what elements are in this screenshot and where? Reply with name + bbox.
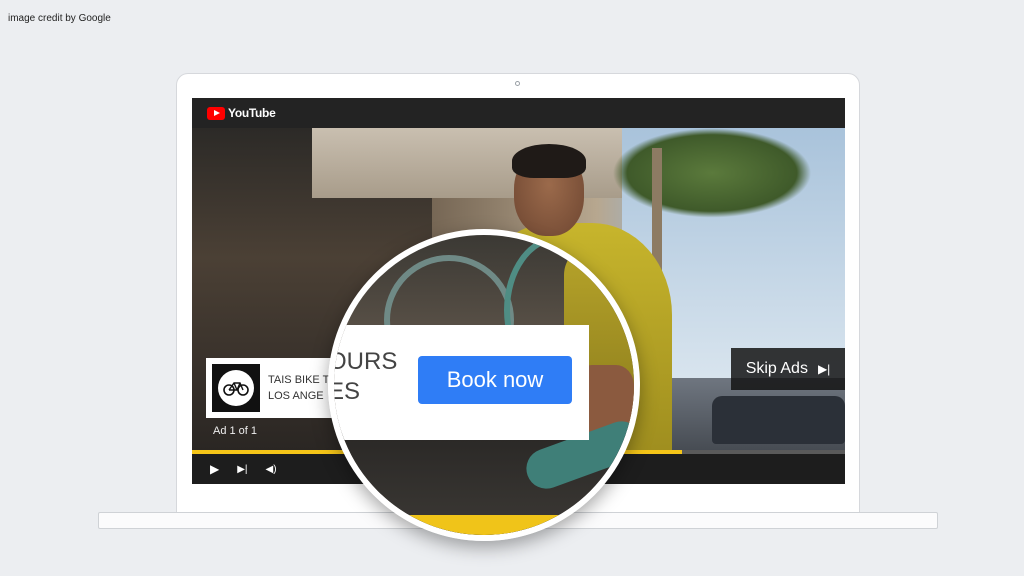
magnifier-lens: OURS ES Book now	[328, 229, 640, 541]
youtube-logo[interactable]: YouTube	[207, 106, 276, 120]
youtube-wordmark: YouTube	[228, 106, 276, 120]
palm-fronds	[612, 128, 812, 218]
skip-next-icon: ▶|	[817, 362, 831, 376]
magnified-ad-text: OURS ES	[328, 347, 398, 407]
play-icon[interactable]: ▶	[210, 462, 219, 476]
magnified-line-2: ES	[328, 378, 361, 405]
volume-icon[interactable]: ◀)	[266, 464, 277, 475]
youtube-play-icon	[207, 106, 225, 120]
ad-line-2: LOS ANGE	[268, 390, 324, 402]
image-credit: image credit by Google	[8, 13, 111, 24]
player-header: YouTube	[192, 98, 845, 128]
book-now-button[interactable]: Book now	[418, 356, 572, 404]
next-icon[interactable]: ▶|	[237, 464, 247, 475]
bicycle-icon	[218, 370, 254, 406]
advertiser-logo	[212, 364, 260, 412]
advertiser-name: TAIS BIKE T LOS ANGE	[268, 372, 332, 404]
skip-ads-button[interactable]: Skip Ads ▶|	[731, 348, 845, 390]
parked-car	[712, 396, 845, 444]
webcam	[515, 81, 520, 86]
ad-info-card[interactable]: TAIS BIKE T LOS ANGE	[206, 358, 336, 418]
magnified-progress-bar	[334, 515, 634, 535]
person-hair	[512, 144, 586, 178]
ad-counter: Ad 1 of 1	[213, 425, 258, 437]
magnified-ad-card: OURS ES Book now	[334, 325, 589, 440]
ad-line-1: TAIS BIKE T	[268, 374, 330, 386]
skip-ads-label: Skip Ads	[745, 360, 808, 377]
magnified-line-1: OURS	[328, 348, 398, 375]
